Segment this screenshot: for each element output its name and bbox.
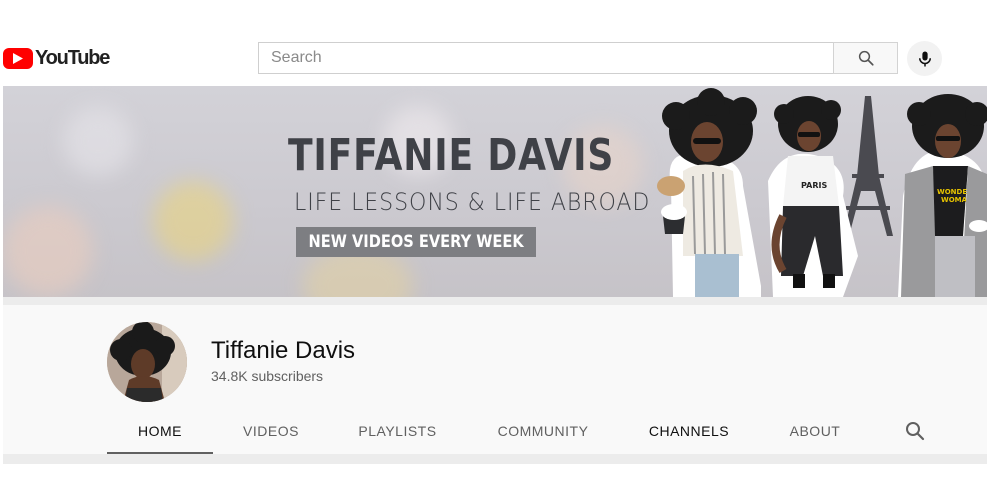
- banner-tagline-text: NEW VIDEOS EVERY WEEK: [308, 232, 524, 252]
- channel-search-button[interactable]: [903, 419, 927, 443]
- tab-about[interactable]: ABOUT: [758, 409, 872, 453]
- tab-community[interactable]: COMMUNITY: [466, 409, 620, 453]
- avatar-image: [107, 322, 187, 402]
- photo-woman-wonder-woman-shirt: WONDER WOMAN: [898, 94, 987, 297]
- content-divider: [3, 454, 987, 464]
- tab-videos[interactable]: VIDEOS: [213, 409, 329, 453]
- bokeh-light: [153, 181, 233, 261]
- subscriber-count: 34.8K subscribers: [211, 368, 324, 384]
- search-icon: [858, 50, 874, 66]
- tab-playlists[interactable]: PLAYLISTS: [329, 409, 466, 453]
- bokeh-light: [3, 206, 93, 296]
- photo-woman-with-icecream: [657, 88, 761, 297]
- channel-header: Tiffanie Davis 34.8K subscribers HOME VI…: [3, 305, 987, 455]
- youtube-logo[interactable]: YouTube: [3, 46, 110, 70]
- channel-name: Tiffanie Davis: [211, 337, 356, 364]
- channel-avatar[interactable]: [107, 322, 187, 402]
- banner-tagline: NEW VIDEOS EVERY WEEK: [296, 227, 536, 257]
- tab-channels[interactable]: CHANNELS: [620, 409, 758, 453]
- search-button[interactable]: [833, 42, 898, 74]
- search-icon: [906, 422, 925, 441]
- search-input[interactable]: [258, 42, 834, 74]
- channel-tabs: HOME VIDEOS PLAYLISTS COMMUNITY CHANNELS…: [107, 409, 925, 455]
- banner-photo-collage: PARIS WONDER WOMAN: [657, 88, 987, 297]
- tab-home[interactable]: HOME: [107, 409, 213, 455]
- channel-banner: TIFFANIE DAVIS LIFE LESSONS & LIFE ABROA…: [3, 86, 987, 297]
- microphone-icon: [918, 51, 931, 66]
- shirt-paris-text: PARIS: [801, 181, 827, 190]
- bokeh-light: [63, 106, 133, 176]
- banner-subtitle: LIFE LESSONS & LIFE ABROAD: [294, 188, 651, 216]
- eiffel-tower-illustration: [843, 96, 893, 236]
- banner-divider: [3, 297, 987, 305]
- photo-woman-paris-shirt: PARIS: [768, 96, 858, 297]
- logo-text: YouTube: [35, 46, 110, 69]
- youtube-logo-icon: [3, 47, 33, 69]
- voice-search-button[interactable]: [907, 41, 942, 76]
- banner-title: TIFFANIE DAVIS: [288, 130, 615, 181]
